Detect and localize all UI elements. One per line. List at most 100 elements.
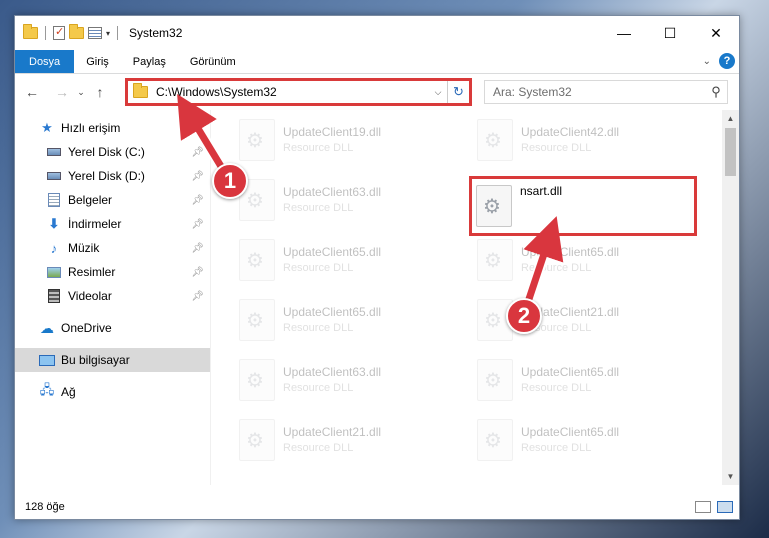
new-folder-icon[interactable] [69,24,84,39]
file-name: UpdateClient65.dll [283,245,382,259]
pictures-icon [47,266,61,278]
details-view-icon[interactable] [695,501,711,513]
file-name: UpdateClient65.dll [521,425,620,439]
nsart-dll-file[interactable]: nsart.dll [469,176,697,236]
sidebar-item-label: Yerel Disk (D:) [68,169,145,183]
computer-icon [39,354,55,366]
ribbon-tabs: Dosya Giriş Paylaş Görünüm ⌄ ? [15,50,739,74]
list-item[interactable]: UpdateClient63.dll Resource DLL [235,352,463,408]
pin-icon[interactable]: 📌︎ [191,219,204,230]
vertical-scrollbar[interactable]: ▲ ▼ [722,110,739,485]
sidebar-item-pictures[interactable]: Resimler 📌︎ [15,260,210,284]
music-icon: ♪ [50,240,58,256]
sidebar-item-local-disk-c[interactable]: Yerel Disk (C:) 📌︎ [15,140,210,164]
pin-icon[interactable]: 📌︎ [191,147,204,158]
file-type: Resource DLL [521,382,592,394]
address-dropdown-icon[interactable]: ⌵ [429,87,447,98]
recent-locations-button[interactable]: ⌄ [73,87,89,98]
search-input[interactable]: Ara: System32 [493,85,705,99]
file-type: Resource DLL [521,262,592,274]
cloud-icon: ☁ [40,319,54,336]
disk-icon [47,148,61,156]
sidebar-item-label: Yerel Disk (C:) [68,145,145,159]
step-2-callout: 2 [506,298,542,334]
dll-file-icon [476,185,512,227]
tab-home[interactable]: Giriş [74,50,121,73]
quick-access-toolbar: ▾ [15,24,121,40]
large-icons-view-icon[interactable] [717,501,733,513]
properties-icon[interactable] [53,25,65,40]
address-bar[interactable]: C:\Windows\System32 ⌵ ↻ [125,78,472,106]
search-box[interactable]: Ara: System32 ⚲ [484,80,728,104]
file-type: Resource DLL [283,382,354,394]
search-icon[interactable]: ⚲ [705,84,727,100]
file-type: Resource DLL [283,442,354,454]
forward-button[interactable]: → [51,84,73,100]
file-type: Resource DLL [283,142,354,154]
customize-toolbar-icon[interactable]: ▾ [106,29,110,38]
dll-file-icon [239,119,275,161]
list-item[interactable]: UpdateClient65.dll Resource DLL [473,352,701,408]
chevron-down-icon[interactable]: ⌄ [703,56,711,67]
list-item[interactable]: UpdateClient21.dll Resource DLL [235,412,463,468]
window-title: System32 [129,26,183,40]
list-item[interactable]: UpdateClient65.dll Resource DLL [235,292,463,348]
sidebar-item-network[interactable]: 🖧︎ Ağ [15,380,210,404]
back-button[interactable]: ← [21,84,43,100]
dll-file-icon [477,359,513,401]
dll-file-icon [477,419,513,461]
network-icon: 🖧︎ [39,382,55,397]
dll-file-icon [239,299,275,341]
file-list: UpdateClient19.dll Resource DLL UpdateCli… [211,110,739,485]
sidebar-item-label: Ağ [61,385,76,399]
file-name: UpdateClient65.dll [283,305,382,319]
sidebar-item-documents[interactable]: Belgeler 📌︎ [15,188,210,212]
scroll-down-icon[interactable]: ▼ [722,468,739,485]
pin-icon[interactable]: 📌︎ [191,171,204,182]
pin-icon[interactable]: 📌︎ [191,267,204,278]
file-name: UpdateClient65.dll [521,365,620,379]
list-item[interactable]: UpdateClient65.dll Resource DLL [473,412,701,468]
file-type: Resource DLL [283,322,354,334]
tab-view[interactable]: Görünüm [178,50,248,73]
maximize-button[interactable]: ☐ [647,16,693,50]
list-item[interactable]: UpdateClient63.dll Resource DLL [235,172,463,228]
pin-icon[interactable]: 📌︎ [191,243,204,254]
star-icon: ★ [41,120,53,135]
list-item[interactable]: UpdateClient65.dll Resource DLL [473,232,701,288]
list-item[interactable]: UpdateClient42.dll Resource DLL [473,112,701,168]
scrollbar-thumb[interactable] [725,128,736,176]
sidebar-item-label: Bu bilgisayar [61,353,130,367]
scroll-up-icon[interactable]: ▲ [722,110,739,127]
sidebar-item-this-pc[interactable]: Bu bilgisayar [15,348,210,372]
sidebar-item-onedrive[interactable]: ☁ OneDrive [15,316,210,340]
navigation-bar: ← → ⌄ ↑ C:\Windows\System32 ⌵ ↻ Ara: Sys… [15,74,739,110]
list-item[interactable]: UpdateClient19.dll Resource DLL [235,112,463,168]
up-button[interactable]: ↑ [89,84,111,100]
sidebar-item-label: Müzik [68,241,100,255]
sidebar-item-videos[interactable]: Videolar 📌︎ [15,284,210,308]
sidebar-item-quick-access[interactable]: ★ Hızlı erişim [15,116,210,140]
pin-icon[interactable]: 📌︎ [191,195,204,206]
help-icon[interactable]: ? [719,53,735,69]
file-name: UpdateClient63.dll [283,185,382,199]
title-bar: ▾ System32 — ☐ ✕ [15,16,739,50]
close-button[interactable]: ✕ [693,16,739,50]
address-path[interactable]: C:\Windows\System32 [156,85,429,99]
file-name: UpdateClient42.dll [521,125,620,139]
refresh-icon[interactable]: ↻ [447,81,469,103]
videos-icon [48,289,60,303]
sidebar-item-music[interactable]: ♪ Müzik 📌︎ [15,236,210,260]
tab-share[interactable]: Paylaş [121,50,178,73]
view-icon[interactable] [88,27,102,39]
file-type: Resource DLL [521,142,592,154]
sidebar-item-local-disk-d[interactable]: Yerel Disk (D:) 📌︎ [15,164,210,188]
file-name: UpdateClient19.dll [283,125,382,139]
file-name: UpdateClient65.dll [521,245,620,259]
window-controls: — ☐ ✕ [601,16,739,50]
tab-file[interactable]: Dosya [15,50,75,73]
sidebar-item-downloads[interactable]: ⬇ İndirmeler 📌︎ [15,212,210,236]
list-item[interactable]: UpdateClient65.dll Resource DLL [235,232,463,288]
minimize-button[interactable]: — [601,16,647,50]
pin-icon[interactable]: 📌︎ [191,291,204,302]
